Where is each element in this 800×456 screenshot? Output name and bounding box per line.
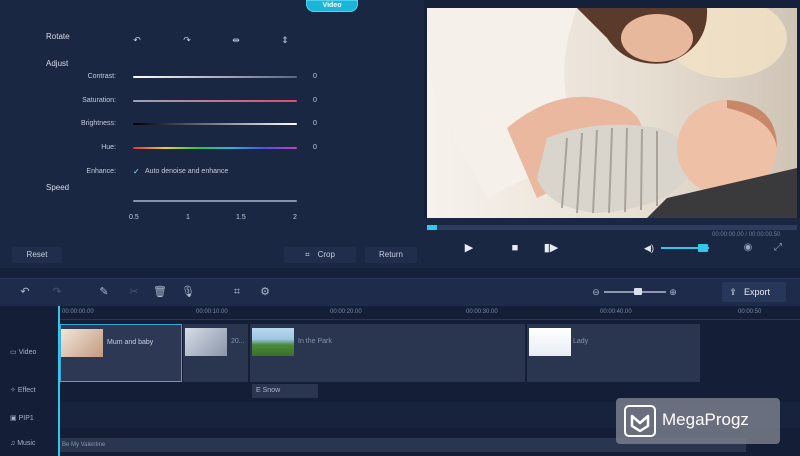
fullscreen-icon[interactable]: ⤢ <box>770 241 786 255</box>
timeline-ruler[interactable] <box>58 306 800 320</box>
clip-label: Mum and baby <box>107 339 154 346</box>
clip-2[interactable]: 20... <box>183 324 249 382</box>
crop-label: Crop <box>317 250 335 259</box>
ruler-tick: 00:00:20.00 <box>330 309 362 315</box>
next-frame-icon[interactable]: ▮▶ <box>542 241 560 255</box>
flip-vertical-icon[interactable]: ⇕ <box>278 34 292 46</box>
flip-horizontal-icon[interactable]: ⇹ <box>229 34 243 46</box>
rotate-label: Rotate <box>46 32 70 41</box>
watermark: MegaProgz <box>616 398 780 444</box>
zoom-handle[interactable] <box>634 288 642 295</box>
speed-tick: 2 <box>293 214 297 221</box>
track-music-label: Music <box>17 440 36 447</box>
video-track-icon: ▭ <box>10 349 17 356</box>
brightness-value: 0 <box>313 120 317 127</box>
cut-icon[interactable]: ✂ <box>127 285 141 299</box>
clip-thumbnail <box>185 328 227 356</box>
adjust-label: Adjust <box>46 59 69 68</box>
stop-icon[interactable]: ■ <box>507 241 523 255</box>
ruler-tick: 00:00:00.00 <box>62 309 94 315</box>
time-readout: 00:00:00.00 / 00:00:00.50 <box>712 232 781 238</box>
clip-mum-and-baby[interactable]: Mum and baby <box>60 324 182 382</box>
effect-clip-snow[interactable]: E Snow <box>252 384 318 398</box>
enhance-option[interactable]: Auto denoise and enhance <box>145 168 228 175</box>
speed-slider[interactable] <box>133 200 297 202</box>
clip-label: Lady <box>573 338 589 345</box>
clip-label: In the Park <box>298 338 332 345</box>
clip-in-the-park[interactable]: In the Park <box>250 324 526 382</box>
ruler-tick: 00:00:50 <box>738 309 762 315</box>
zoom-out-icon[interactable]: ⊖ <box>589 285 603 299</box>
undo-icon[interactable]: ↶ <box>18 285 32 299</box>
export-label: Export <box>744 287 771 297</box>
seek-bar[interactable] <box>427 225 797 230</box>
brightness-label: Brightness: <box>80 120 116 127</box>
return-button[interactable]: Return <box>365 247 417 263</box>
clip-thumbnail <box>252 328 294 356</box>
zoom-in-icon[interactable]: ⊕ <box>666 285 680 299</box>
preview-image <box>427 8 797 218</box>
saturation-label: Saturation: <box>82 97 116 104</box>
track-video-label: Video <box>18 349 37 356</box>
hue-value: 0 <box>313 144 317 151</box>
track-effect-label: Effect <box>17 387 36 394</box>
speed-tick: 0.5 <box>129 214 139 221</box>
hue-slider[interactable] <box>133 147 297 149</box>
hue-label: Hue: <box>101 144 116 151</box>
redo-icon[interactable]: ↷ <box>50 285 64 299</box>
snapshot-icon[interactable]: ⌗ <box>230 285 244 299</box>
microphone-icon[interactable]: 🎙 <box>181 285 195 299</box>
contrast-slider[interactable] <box>133 76 297 78</box>
rotate-left-icon[interactable]: ↶ <box>130 34 144 46</box>
tab-video[interactable]: Video <box>306 0 358 12</box>
effect-track-icon: ✧ <box>10 387 16 394</box>
camera-icon[interactable]: ◉ <box>740 241 756 255</box>
settings-icon[interactable]: ⚙ <box>258 285 272 299</box>
seek-bar-fill <box>427 225 437 230</box>
pip-track-icon: ▣ <box>10 415 17 422</box>
ruler-tick: 00:00:10.00 <box>196 309 228 315</box>
contrast-label: Contrast: <box>87 73 116 80</box>
play-icon[interactable]: ▶ <box>461 241 477 255</box>
track-effect: ✧ Effect <box>10 386 68 394</box>
video-preview <box>427 8 797 218</box>
saturation-value: 0 <box>313 97 317 104</box>
toolbar <box>0 278 800 306</box>
speed-tick: 1 <box>186 214 190 221</box>
reset-button[interactable]: Reset <box>12 247 62 263</box>
export-icon: ⇪ <box>729 287 737 297</box>
checkmark-icon[interactable]: ✓ <box>133 168 141 176</box>
clip-lady[interactable]: Lady <box>527 324 701 382</box>
contrast-value: 0 <box>313 73 317 80</box>
rotate-right-icon[interactable]: ↷ <box>180 34 194 46</box>
crop-icon: ⌗ <box>305 250 310 259</box>
ruler-tick: 00:00:40.00 <box>600 309 632 315</box>
megaprogz-logo-icon <box>624 405 656 437</box>
edit-icon[interactable]: ✎ <box>97 285 111 299</box>
track-pip-label: PIP1 <box>18 415 34 422</box>
volume-icon[interactable]: ◀) <box>642 241 656 255</box>
watermark-text: MegaProgz <box>662 410 749 429</box>
clip-thumbnail <box>529 328 571 356</box>
export-button[interactable]: ⇪ Export <box>722 282 786 302</box>
music-track-icon: ♫ <box>10 440 16 447</box>
clip-thumbnail <box>61 329 103 357</box>
crop-button[interactable]: ⌗ Crop <box>284 247 356 263</box>
ruler-tick: 00:00:30.00 <box>466 309 498 315</box>
volume-handle[interactable] <box>698 244 708 252</box>
brightness-slider[interactable] <box>133 123 297 125</box>
clip-label: 20... <box>231 338 245 345</box>
speed-label: Speed <box>46 183 70 192</box>
speed-tick: 1.5 <box>236 214 246 221</box>
saturation-slider[interactable] <box>133 100 297 102</box>
enhance-label: Enhance: <box>86 168 116 175</box>
delete-icon[interactable]: 🗑 <box>153 285 167 299</box>
